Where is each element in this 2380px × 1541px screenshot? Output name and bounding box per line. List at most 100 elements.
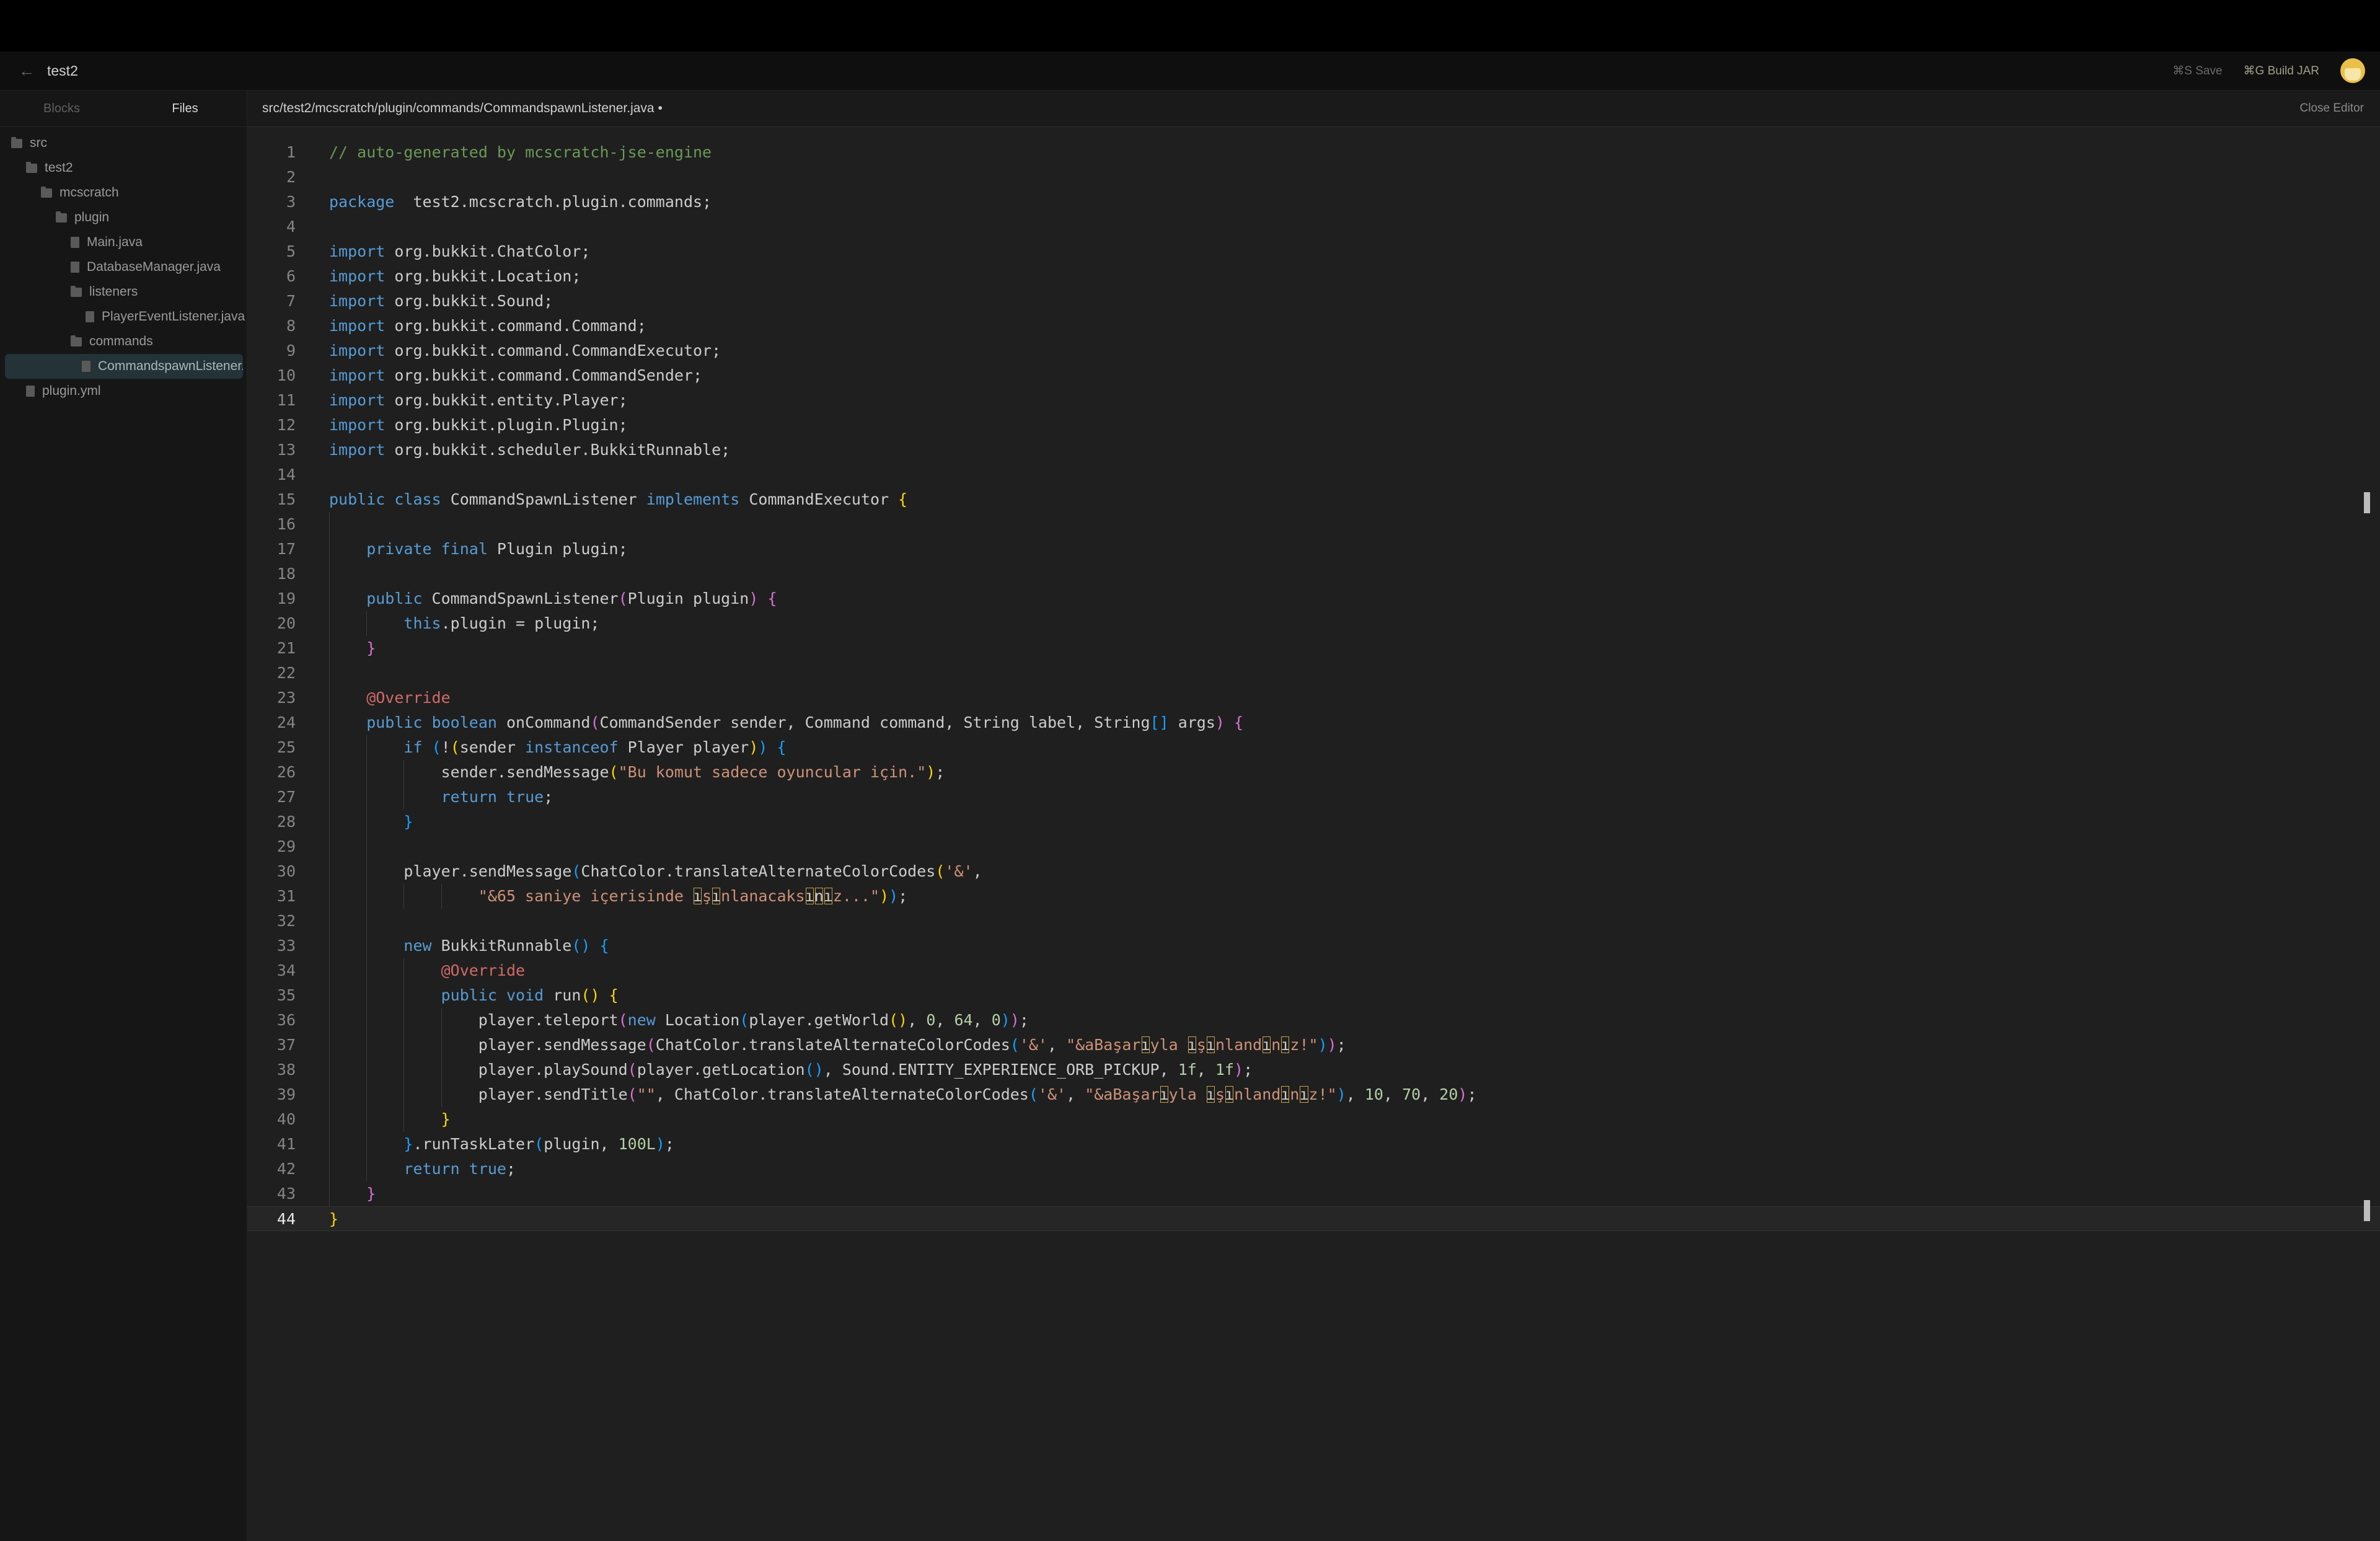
code-token: @Override bbox=[366, 689, 451, 707]
code-line[interactable]: 30 player.sendMessage(ChatColor.translate… bbox=[247, 859, 2380, 884]
scroll-marker bbox=[2364, 492, 2370, 513]
code-line[interactable]: 36 player.teleport(new Location(player.ge… bbox=[247, 1008, 2380, 1033]
tree-file[interactable]: CommandspawnListener.java bbox=[5, 354, 243, 379]
code-line[interactable]: 5 import org.bukkit.ChatColor; bbox=[247, 239, 2380, 264]
tab-blocks[interactable]: Blocks bbox=[0, 91, 123, 126]
tree-file[interactable]: Main.java bbox=[0, 230, 247, 255]
code-token: nland bbox=[1215, 1036, 1263, 1054]
code-line[interactable]: 8 import org.bukkit.command.Command; bbox=[247, 314, 2380, 338]
build-jar-button[interactable]: ⌘G Build JAR bbox=[2244, 64, 2319, 78]
code-line[interactable]: 43} bbox=[247, 1181, 2380, 1206]
code-token: CommandExecutor bbox=[739, 490, 899, 508]
folder-icon bbox=[26, 161, 37, 173]
code-token: nlanacaks bbox=[721, 887, 805, 905]
close-editor-button[interactable]: Close Editor bbox=[2300, 102, 2365, 115]
code-line[interactable]: 2 bbox=[247, 165, 2380, 190]
code-line[interactable]: 20 this.plugin = plugin; bbox=[247, 611, 2380, 636]
tree-folder[interactable]: mcscratch bbox=[0, 180, 247, 205]
code-line[interactable]: 6 import org.bukkit.Location; bbox=[247, 264, 2380, 289]
folder-icon bbox=[56, 211, 67, 223]
tree-folder[interactable]: plugin bbox=[0, 205, 247, 230]
code-line[interactable]: 40} bbox=[247, 1107, 2380, 1132]
code-token: test2.mcscratch.plugin.commands; bbox=[394, 193, 712, 211]
avatar[interactable] bbox=[2340, 58, 2365, 83]
code-line[interactable]: 29 bbox=[247, 834, 2380, 859]
code-token: ) bbox=[749, 738, 759, 756]
code-token: ; bbox=[898, 887, 908, 905]
code-line[interactable]: 28} bbox=[247, 810, 2380, 834]
code-line[interactable]: 23 @Override bbox=[247, 686, 2380, 710]
tree-file[interactable]: PlayerEventListener.java bbox=[0, 304, 247, 329]
tab-files[interactable]: Files bbox=[123, 91, 247, 126]
line-number: 14 bbox=[276, 466, 296, 483]
code-line[interactable]: 10 import org.bukkit.command.CommandSende… bbox=[247, 363, 2380, 388]
code-line[interactable]: 26 sender.sendMessage("Bu komut sadece oy… bbox=[247, 760, 2380, 785]
line-number: 41 bbox=[276, 1135, 296, 1153]
line-number: 32 bbox=[276, 912, 296, 930]
code-token: , ChatColor.translateAlternateColorCodes bbox=[655, 1085, 1029, 1103]
code-line[interactable]: 17 private final Plugin plugin; bbox=[247, 537, 2380, 562]
code-line[interactable]: 3 package test2.mcscratch.plugin.commands… bbox=[247, 190, 2380, 214]
line-number: 36 bbox=[276, 1011, 296, 1029]
code-line[interactable]: 44} bbox=[247, 1206, 2380, 1231]
code-token: ( bbox=[935, 862, 945, 880]
code-text: } bbox=[329, 1207, 338, 1232]
code-line[interactable]: 37 player.sendMessage(ChatColor.translate… bbox=[247, 1033, 2380, 1058]
code-line[interactable]: 27 return true; bbox=[247, 785, 2380, 810]
tree-item-label: test2 bbox=[45, 161, 73, 175]
code-line[interactable]: 42 return true; bbox=[247, 1157, 2380, 1181]
code-line[interactable]: 38 player.playSound(player.getLocation(),… bbox=[247, 1058, 2380, 1082]
code-token: final bbox=[441, 540, 488, 558]
indent-guide bbox=[366, 735, 368, 760]
code-line[interactable]: 24 public boolean onCommand(CommandSender… bbox=[247, 710, 2380, 735]
code-area[interactable]: 1 // auto-generated by mcscratch-jse-engi… bbox=[247, 140, 2380, 1231]
code-line[interactable]: 25 if (!(sender instanceof Player player)… bbox=[247, 735, 2380, 760]
code-token: import bbox=[329, 391, 386, 409]
code-text: if (!(sender instanceof Player player)) … bbox=[403, 735, 786, 760]
code-line[interactable]: 9 import org.bukkit.command.CommandExecut… bbox=[247, 338, 2380, 363]
code-line[interactable]: 32 bbox=[247, 909, 2380, 934]
tree-folder[interactable]: src bbox=[0, 131, 247, 156]
code-line[interactable]: 35 public void run() { bbox=[247, 983, 2380, 1008]
tree-folder[interactable]: commands bbox=[0, 329, 247, 354]
code-line[interactable]: 18 bbox=[247, 562, 2380, 586]
code-token: ; bbox=[935, 763, 945, 781]
line-number: 31 bbox=[276, 887, 296, 905]
tree-folder[interactable]: listeners bbox=[0, 280, 247, 304]
code-text: } bbox=[403, 810, 413, 834]
code-line[interactable]: 21} bbox=[247, 636, 2380, 661]
code-token: ( bbox=[571, 862, 581, 880]
code-token: player.teleport bbox=[478, 1011, 619, 1029]
code-token: 100L bbox=[618, 1135, 656, 1153]
tree-file[interactable]: plugin.yml bbox=[0, 379, 247, 404]
tree-folder[interactable]: test2 bbox=[0, 156, 247, 180]
code-token: ı bbox=[1299, 1085, 1309, 1103]
code-line[interactable]: 34 @Override bbox=[247, 958, 2380, 983]
save-button[interactable]: ⌘S Save bbox=[2172, 64, 2222, 78]
tree-file[interactable]: DatabaseManager.java bbox=[0, 255, 247, 280]
code-token: , bbox=[1066, 1085, 1085, 1103]
code-line[interactable]: 41}.runTaskLater(plugin, 100L); bbox=[247, 1132, 2380, 1157]
code-line[interactable]: 4 bbox=[247, 214, 2380, 239]
code-line[interactable]: 39 player.sendTitle("", ChatColor.transla… bbox=[247, 1082, 2380, 1107]
code-line[interactable]: 15 public class CommandSpawnListener impl… bbox=[247, 487, 2380, 512]
code-line[interactable]: 1 // auto-generated by mcscratch-jse-engi… bbox=[247, 140, 2380, 165]
code-line[interactable]: 22 bbox=[247, 661, 2380, 686]
code-line[interactable]: 13 import org.bukkit.scheduler.BukkitRunn… bbox=[247, 438, 2380, 462]
code-line[interactable]: 19 public CommandSpawnListener(Plugin plu… bbox=[247, 586, 2380, 611]
code-line[interactable]: 33 new BukkitRunnable() { bbox=[247, 934, 2380, 958]
code-line[interactable]: 31 "&65 saniye içerisinde ışınlanacaksını… bbox=[247, 884, 2380, 909]
code-line[interactable]: 14 bbox=[247, 462, 2380, 487]
back-arrow-icon[interactable]: ← bbox=[19, 61, 35, 81]
code-token: sender.sendMessage bbox=[441, 763, 609, 781]
code-line[interactable]: 7 import org.bukkit.Sound; bbox=[247, 289, 2380, 314]
indent-guide bbox=[366, 1033, 368, 1058]
code-editor: src/test2/mcscratch/plugin/commands/Comm… bbox=[247, 91, 2380, 1541]
code-line[interactable]: 12 import org.bukkit.plugin.Plugin; bbox=[247, 413, 2380, 438]
code-line[interactable]: 16 bbox=[247, 512, 2380, 537]
code-line[interactable]: 11 import org.bukkit.entity.Player; bbox=[247, 388, 2380, 413]
code-token: import bbox=[329, 292, 386, 310]
code-token: ( bbox=[450, 738, 460, 756]
line-number: 16 bbox=[276, 515, 296, 533]
